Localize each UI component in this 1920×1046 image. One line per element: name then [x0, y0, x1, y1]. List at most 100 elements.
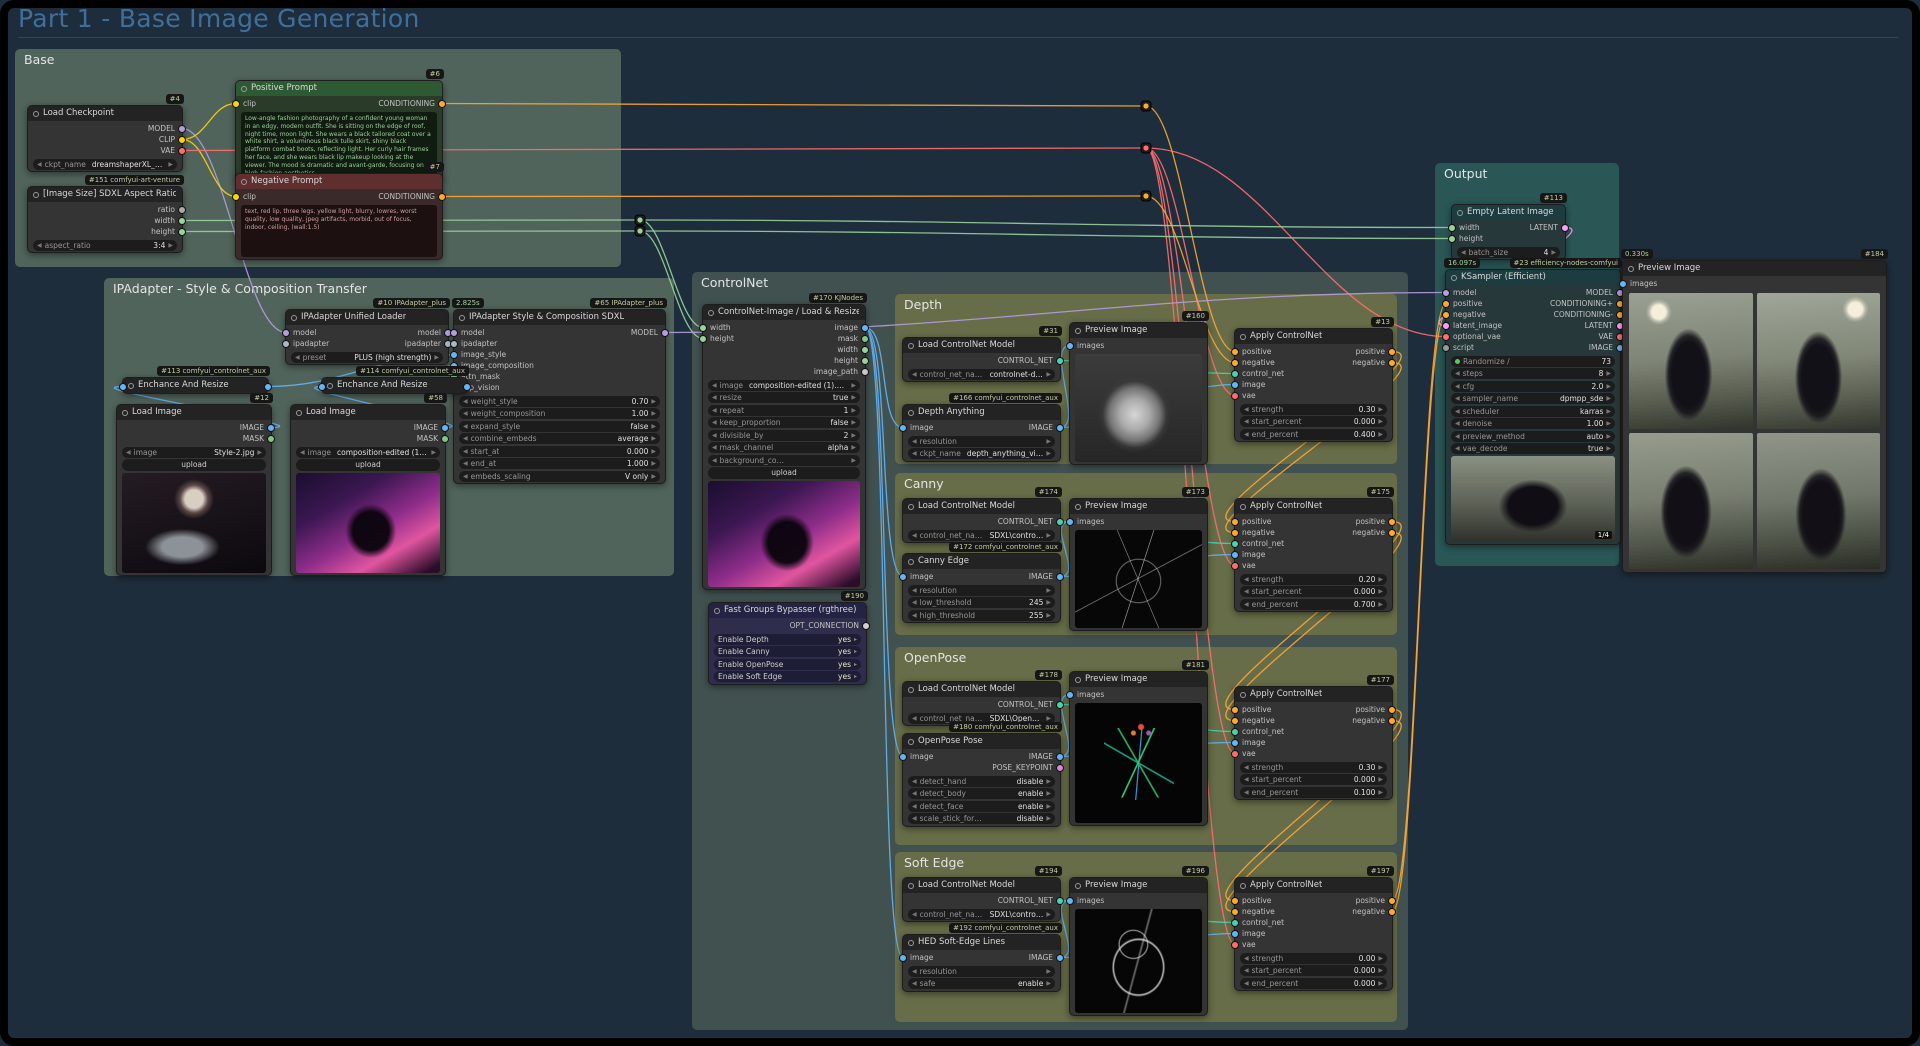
- input-port-negative[interactable]: [1231, 358, 1239, 367]
- increment-arrow-icon[interactable]: ▶: [1046, 450, 1051, 457]
- increment-arrow-icon[interactable]: ▶: [651, 410, 656, 417]
- output-port-CLIP[interactable]: [178, 135, 186, 144]
- widget-mask-channel[interactable]: ◀ mask_channel alpha ▶: [708, 442, 860, 453]
- increment-arrow-icon[interactable]: ▶: [1378, 406, 1383, 413]
- collapse-toggle-icon[interactable]: [1240, 334, 1246, 340]
- increment-arrow-icon[interactable]: ▶: [1046, 587, 1051, 594]
- widget-denoise[interactable]: ◀ denoise 1.00 ▶: [1451, 418, 1615, 429]
- widget-ckpt-name[interactable]: ◀ckpt_name depth_anything_vitl14.pth▶: [908, 448, 1055, 459]
- node-hed-lines[interactable]: #192 comfyui_controlnet_aux HED Soft-Edge…: [899, 923, 1064, 992]
- output-port-CONTROL_NET[interactable]: [1056, 700, 1064, 709]
- decrement-arrow-icon[interactable]: ◀: [1244, 776, 1249, 783]
- output-port-POSE_KEYPOINT[interactable]: [1056, 763, 1064, 772]
- widget-strength[interactable]: ◀ strength 0.30 ▶: [1240, 403, 1387, 415]
- input-port-vae[interactable]: [1231, 749, 1239, 758]
- widget-start-percent[interactable]: ◀ start_percent 0.000 ▶: [1240, 774, 1387, 785]
- increment-arrow-icon[interactable]: ▶: [168, 242, 173, 249]
- increment-arrow-icon[interactable]: ▶: [851, 432, 856, 439]
- collapse-toggle-icon[interactable]: [908, 559, 914, 565]
- node-title-bar[interactable]: Apply ControlNet: [1235, 878, 1392, 893]
- widget-ckpt-name[interactable]: ◀ckpt_name dreamshaperXL_v21TurboD...▶: [33, 158, 177, 170]
- input-port-image[interactable]: [119, 382, 127, 391]
- increment-arrow-icon[interactable]: ▶: [1378, 418, 1383, 425]
- node-depth-anything[interactable]: #166 comfyui_controlnet_aux Depth Anythin…: [899, 393, 1064, 462]
- upload-button[interactable]: upload: [708, 467, 860, 479]
- input-port-clip[interactable]: [232, 192, 240, 201]
- prompt-text[interactable]: Low-angle fashion photography of a confi…: [241, 112, 437, 180]
- node-title-bar[interactable]: IPAdapter Style & Composition SDXL: [454, 310, 665, 325]
- output-port-CONDITIONING[interactable]: [438, 99, 446, 108]
- input-port-images[interactable]: [1066, 341, 1074, 350]
- input-port-optional_vae[interactable]: [1442, 332, 1450, 341]
- node-enhance-resize-1[interactable]: #113 comfyui_controlnet_aux Enchance And …: [119, 366, 272, 394]
- decrement-arrow-icon[interactable]: ◀: [300, 449, 305, 456]
- decrement-arrow-icon[interactable]: ◀: [1244, 588, 1249, 595]
- node-title-bar[interactable]: Apply ControlNet: [1235, 687, 1392, 702]
- decrement-arrow-icon[interactable]: ◀: [912, 778, 917, 785]
- input-port-positive[interactable]: [1231, 517, 1239, 526]
- input-port-control_net[interactable]: [1231, 539, 1239, 548]
- collapse-toggle-icon[interactable]: [1240, 692, 1246, 698]
- node-apply-cn-depth[interactable]: #13 Apply ControlNet positive positive negat…: [1231, 317, 1396, 442]
- decrement-arrow-icon[interactable]: ◀: [1244, 431, 1249, 438]
- node-title-bar[interactable]: Load ControlNet Model: [903, 878, 1060, 893]
- widget-strength[interactable]: ◀ strength 0.00 ▶: [1240, 952, 1387, 964]
- input-port-clip[interactable]: [232, 99, 240, 108]
- input-port-images[interactable]: [1066, 896, 1074, 905]
- collapse-toggle-icon[interactable]: [1075, 883, 1081, 889]
- increment-arrow-icon[interactable]: ▶: [651, 473, 656, 480]
- node-preview-pose[interactable]: #181 Preview Image images: [1066, 660, 1209, 826]
- input-port-image[interactable]: [318, 382, 326, 391]
- node-title-bar[interactable]: Fast Groups Bypasser (rgthree): [709, 603, 866, 618]
- decrement-arrow-icon[interactable]: ◀: [1244, 601, 1249, 608]
- decrement-arrow-icon[interactable]: ◀: [463, 473, 468, 480]
- node-openpose-pose[interactable]: #180 comfyui_controlnet_aux OpenPose Pose…: [899, 722, 1064, 827]
- widget-start-percent[interactable]: ◀ start_percent 0.000 ▶: [1240, 586, 1387, 597]
- widget-strength[interactable]: ◀ strength 0.20 ▶: [1240, 573, 1387, 585]
- increment-arrow-icon[interactable]: ▶: [434, 354, 439, 361]
- increment-arrow-icon[interactable]: ▶: [1046, 778, 1051, 785]
- output-port-positive[interactable]: [1388, 517, 1396, 526]
- upload-button[interactable]: upload: [296, 459, 440, 471]
- input-port-image[interactable]: [899, 752, 907, 761]
- node-title-bar[interactable]: OpenPose Pose: [903, 734, 1060, 749]
- input-port-vae[interactable]: [1231, 940, 1239, 949]
- decrement-arrow-icon[interactable]: ◀: [463, 423, 468, 430]
- increment-arrow-icon[interactable]: ▶: [168, 161, 173, 168]
- decrement-arrow-icon[interactable]: ◀: [912, 532, 917, 539]
- node-title-bar[interactable]: Preview Image: [1623, 261, 1886, 276]
- input-port-ipadapter[interactable]: [450, 339, 458, 348]
- node-title-bar[interactable]: Preview Image: [1070, 323, 1207, 338]
- widget-end-at[interactable]: ◀ end_at 1.000 ▶: [459, 458, 660, 469]
- decrement-arrow-icon[interactable]: ◀: [463, 460, 468, 467]
- input-port-control_net[interactable]: [1231, 369, 1239, 378]
- output-port-width[interactable]: [861, 345, 869, 354]
- node-title-bar[interactable]: Enchance And Resize: [119, 378, 272, 393]
- input-port-images[interactable]: [1619, 279, 1627, 288]
- widget-weight-composition[interactable]: ◀ weight_composition 1.00 ▶: [459, 408, 660, 419]
- output-port-CONDITIONING[interactable]: [438, 192, 446, 201]
- widget-end-percent[interactable]: ◀ end_percent 0.000 ▶: [1240, 977, 1387, 989]
- collapse-toggle-icon[interactable]: [296, 410, 302, 416]
- node-title-bar[interactable]: Load Checkpoint: [28, 106, 182, 121]
- increment-arrow-icon[interactable]: ▶: [1046, 815, 1051, 822]
- widget-steps[interactable]: ◀ steps 8 ▶: [1451, 368, 1615, 379]
- input-port-width[interactable]: [1448, 223, 1456, 232]
- node-preview-canny[interactable]: #173 Preview Image images: [1066, 487, 1209, 631]
- increment-arrow-icon[interactable]: ▶: [1378, 789, 1383, 796]
- collapse-toggle-icon[interactable]: [908, 739, 914, 745]
- widget-cfg[interactable]: ◀ cfg 2.0 ▶: [1451, 380, 1615, 392]
- input-port-positive[interactable]: [1442, 299, 1450, 308]
- output-port-image[interactable]: [861, 323, 869, 332]
- decrement-arrow-icon[interactable]: ◀: [463, 435, 468, 442]
- increment-arrow-icon[interactable]: ▶: [1046, 980, 1051, 987]
- decrement-arrow-icon[interactable]: ◀: [912, 968, 917, 975]
- bypass-row-enable-openpose[interactable]: Enable OpenPose yes ▸: [714, 658, 861, 670]
- widget-seed[interactable]: Randomize / 73: [1451, 355, 1615, 367]
- input-port-image[interactable]: [899, 423, 907, 432]
- collapse-toggle-icon[interactable]: [714, 608, 720, 614]
- output-port-positive[interactable]: [1388, 347, 1396, 356]
- increment-arrow-icon[interactable]: ▶: [431, 449, 436, 456]
- toggle-arrow-icon[interactable]: ▸: [854, 648, 857, 655]
- increment-arrow-icon[interactable]: ▶: [1046, 532, 1051, 539]
